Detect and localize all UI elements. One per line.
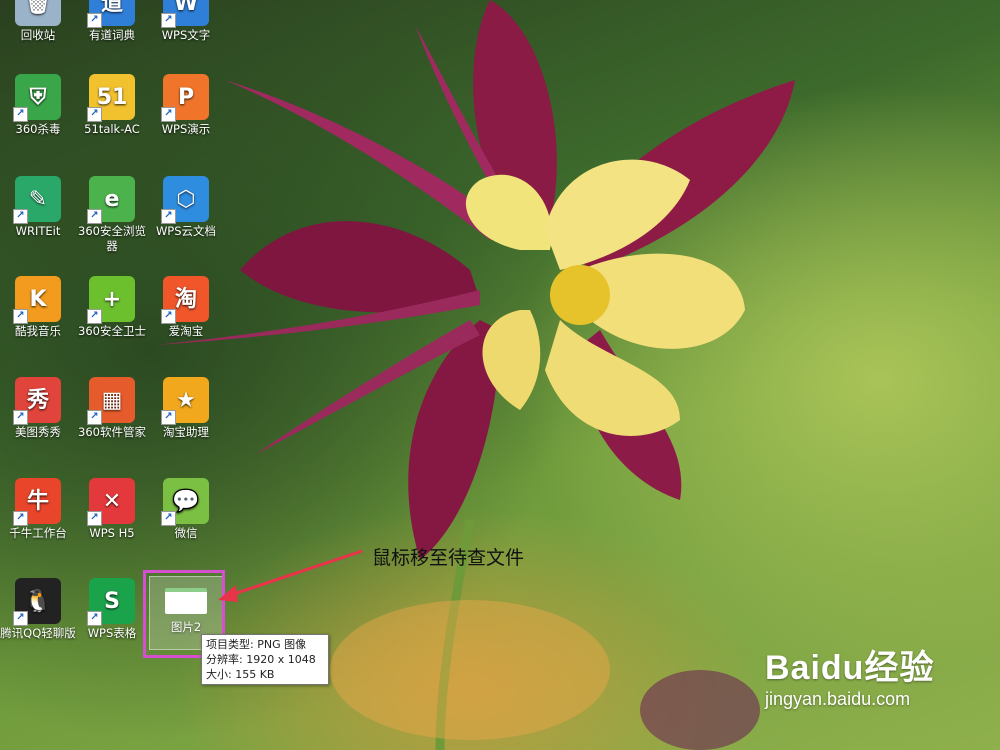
desktop-icon-qianniu[interactable]: 牛 ↗ 千牛工作台 (0, 478, 76, 541)
tooltip-resolution: 分辨率: 1920 x 1048 (206, 653, 316, 666)
wps-spreadsheet-icon: S ↗ (87, 578, 135, 626)
desktop-icon-label: 千牛工作台 (9, 526, 67, 540)
taobao-assistant-icon: ★ ↗ (161, 377, 209, 425)
360-software-manager-icon: ▦ ↗ (87, 377, 135, 425)
desktop-icon-wechat[interactable]: 💬 ↗ 微信 (148, 478, 224, 541)
shortcut-arrow-icon: ↗ (161, 309, 176, 324)
desktop-icon-label: 回收站 (20, 28, 56, 42)
360-safe-guard-icon: + ↗ (87, 276, 135, 324)
wps-h5-icon: ✕ ↗ (87, 478, 135, 526)
writeit-icon: ✎ ↗ (13, 176, 61, 224)
desktop-icon-label: WRITEit (15, 224, 61, 238)
shortcut-arrow-icon: ↗ (161, 209, 176, 224)
desktop-icon-wps-h5[interactable]: ✕ ↗ WPS H5 (74, 478, 150, 541)
watermark-url: jingyan.baidu.com (765, 689, 911, 709)
shortcut-arrow-icon: ↗ (13, 611, 28, 626)
file-info-tooltip: 项目类型: PNG 图像 分辨率: 1920 x 1048 大小: 155 KB (201, 634, 329, 685)
desktop-icon-label: 360杀毒 (15, 122, 61, 136)
desktop-icon-label: 360软件管家 (78, 425, 146, 439)
desktop-icon-label: 美图秀秀 (15, 425, 61, 439)
tooltip-type: 项目类型: PNG 图像 (206, 638, 307, 651)
annotation-text: 鼠标移至待查文件 (372, 547, 525, 569)
youdao-dictionary-icon: 道 ↗ (87, 0, 135, 28)
desktop-icon-label: 淘宝助理 (163, 425, 209, 439)
desktop-icon-label: 360安全浏览器 (78, 224, 146, 253)
desktop-icon-qq-lite[interactable]: 🐧 ↗ 腾讯QQ轻聊版 (0, 578, 76, 641)
desktop-icon-youdao-dictionary[interactable]: 道 ↗ 有道词典 (74, 0, 150, 43)
shortcut-arrow-icon: ↗ (13, 309, 28, 324)
shortcut-arrow-icon: ↗ (13, 511, 28, 526)
360-browser-icon: e ↗ (87, 176, 135, 224)
desktop-icon-writeit[interactable]: ✎ ↗ WRITEit (0, 176, 76, 239)
desktop-icon-label: WPS演示 (161, 122, 211, 136)
desktop-icon-wps-writer[interactable]: W ↗ WPS文字 (148, 0, 224, 43)
shortcut-arrow-icon: ↗ (161, 107, 176, 122)
desktop-icon-label: 爱淘宝 (168, 324, 204, 338)
desktop-icon-wps-spreadsheet[interactable]: S ↗ WPS表格 (74, 578, 150, 641)
shortcut-arrow-icon: ↗ (161, 511, 176, 526)
desktop-icon-wps-presentation[interactable]: P ↗ WPS演示 (148, 74, 224, 137)
desktop-icon-ai-taobao[interactable]: 淘 ↗ 爱淘宝 (148, 276, 224, 339)
shortcut-arrow-icon: ↗ (87, 511, 102, 526)
qianniu-icon: 牛 ↗ (13, 478, 61, 526)
desktop-icon-360-safe-guard[interactable]: + ↗ 360安全卫士 (74, 276, 150, 339)
shortcut-arrow-icon: ↗ (161, 13, 176, 28)
shortcut-arrow-icon: ↗ (13, 209, 28, 224)
desktop-icon-kuwo-music[interactable]: K ↗ 酷我音乐 (0, 276, 76, 339)
desktop-icon-label: WPS云文档 (155, 224, 217, 238)
desktop-icon-label: WPS H5 (89, 526, 135, 540)
wps-cloud-docs-icon: ⬡ ↗ (161, 176, 209, 224)
recycle-bin-icon: 🗑 (15, 0, 61, 26)
desktop-icon-taobao-assistant[interactable]: ★ ↗ 淘宝助理 (148, 377, 224, 440)
wps-presentation-icon: P ↗ (161, 74, 209, 122)
baidu-jingyan-watermark: Baidu经验 jingyan.baidu.com (765, 640, 965, 710)
desktop-icon-label: WPS文字 (161, 28, 211, 42)
360-antivirus-icon: ⛨ ↗ (13, 74, 61, 122)
shortcut-arrow-icon: ↗ (87, 209, 102, 224)
shortcut-arrow-icon: ↗ (87, 410, 102, 425)
desktop-icon-label: 微信 (174, 526, 198, 540)
51talk-icon: 51 ↗ (87, 74, 135, 122)
wechat-icon: 💬 ↗ (161, 478, 209, 526)
shortcut-arrow-icon: ↗ (87, 13, 102, 28)
desktop-icon-label: 有道词典 (89, 28, 135, 42)
desktop-icon-label: 51talk-AC (84, 122, 140, 136)
desktop-icon-wps-cloud-docs[interactable]: ⬡ ↗ WPS云文档 (148, 176, 224, 239)
shortcut-arrow-icon: ↗ (87, 611, 102, 626)
desktop-icon-recycle-bin[interactable]: 🗑 回收站 (0, 0, 76, 43)
desktop-icon-label: WPS表格 (87, 626, 137, 640)
desktop-icon-360-software-manager[interactable]: ▦ ↗ 360软件管家 (74, 377, 150, 440)
kuwo-music-icon: K ↗ (13, 276, 61, 324)
desktop-icon-label: 360安全卫士 (78, 324, 146, 338)
desktop-icon-label: 腾讯QQ轻聊版 (0, 626, 76, 640)
desktop-icon-360-antivirus[interactable]: ⛨ ↗ 360杀毒 (0, 74, 76, 137)
qq-lite-icon: 🐧 ↗ (13, 578, 61, 626)
shortcut-arrow-icon: ↗ (87, 107, 102, 122)
desktop-icon-label: 酷我音乐 (15, 324, 61, 338)
tooltip-size: 大小: 155 KB (206, 668, 275, 681)
shortcut-arrow-icon: ↗ (161, 410, 176, 425)
wps-writer-icon: W ↗ (161, 0, 209, 28)
watermark-logo: Baidu经验 (765, 649, 935, 687)
shortcut-arrow-icon: ↗ (13, 410, 28, 425)
desktop-icon-51talk[interactable]: 51 ↗ 51talk-AC (74, 74, 150, 137)
meitu-xiuxiu-icon: 秀 ↗ (13, 377, 61, 425)
desktop-icon-meitu-xiuxiu[interactable]: 秀 ↗ 美图秀秀 (0, 377, 76, 440)
shortcut-arrow-icon: ↗ (13, 107, 28, 122)
shortcut-arrow-icon: ↗ (87, 309, 102, 324)
ai-taobao-icon: 淘 ↗ (161, 276, 209, 324)
desktop-icon-360-browser[interactable]: e ↗ 360安全浏览器 (74, 176, 150, 254)
